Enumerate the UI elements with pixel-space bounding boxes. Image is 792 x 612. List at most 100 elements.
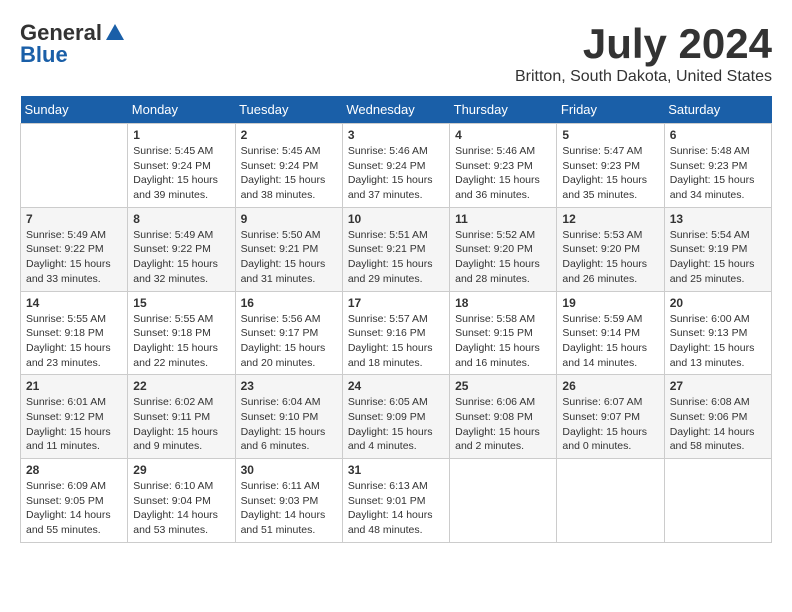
calendar-cell: 8 Sunrise: 5:49 AM Sunset: 9:22 PM Daylig… (128, 207, 235, 291)
day-number: 11 (455, 212, 551, 226)
day-info: Sunrise: 6:13 AM Sunset: 9:01 PM Dayligh… (348, 479, 444, 538)
calendar-week-row: 14 Sunrise: 5:55 AM Sunset: 9:18 PM Dayli… (21, 291, 772, 375)
calendar-cell: 22 Sunrise: 6:02 AM Sunset: 9:11 PM Dayli… (128, 375, 235, 459)
day-number: 24 (348, 379, 444, 393)
calendar-cell: 25 Sunrise: 6:06 AM Sunset: 9:08 PM Dayli… (450, 375, 557, 459)
calendar-cell: 6Sunrise: 5:48 AM Sunset: 9:23 PM Daylig… (664, 124, 771, 208)
day-info: Sunrise: 5:52 AM Sunset: 9:20 PM Dayligh… (455, 228, 551, 287)
day-number: 5 (562, 128, 658, 142)
day-number: 1 (133, 128, 229, 142)
day-number: 7 (26, 212, 122, 226)
calendar-cell: 23 Sunrise: 6:04 AM Sunset: 9:10 PM Dayli… (235, 375, 342, 459)
day-number: 2 (241, 128, 337, 142)
day-number: 27 (670, 379, 766, 393)
day-info: Sunrise: 5:54 AM Sunset: 9:19 PM Dayligh… (670, 228, 766, 287)
day-info: Sunrise: 6:00 AM Sunset: 9:13 PM Dayligh… (670, 312, 766, 371)
calendar-cell: 11 Sunrise: 5:52 AM Sunset: 9:20 PM Dayli… (450, 207, 557, 291)
day-number: 10 (348, 212, 444, 226)
day-number: 14 (26, 296, 122, 310)
day-info: Sunrise: 5:55 AM Sunset: 9:18 PM Dayligh… (26, 312, 122, 371)
calendar-cell: 12 Sunrise: 5:53 AM Sunset: 9:20 PM Dayli… (557, 207, 664, 291)
day-info: Sunrise: 5:59 AM Sunset: 9:14 PM Dayligh… (562, 312, 658, 371)
calendar-cell: 9Sunrise: 5:50 AM Sunset: 9:21 PM Daylig… (235, 207, 342, 291)
day-info: Sunrise: 6:07 AM Sunset: 9:07 PM Dayligh… (562, 395, 658, 454)
calendar-cell: 28 Sunrise: 6:09 AM Sunset: 9:05 PM Dayli… (21, 459, 128, 543)
page-header: General Blue July 2024 Britton, South Da… (20, 20, 772, 86)
day-info: Sunrise: 5:50 AM Sunset: 9:21 PM Dayligh… (241, 228, 337, 287)
calendar-week-row: 21Sunrise: 6:01 AM Sunset: 9:12 PM Dayli… (21, 375, 772, 459)
calendar-day-header: Thursday (450, 96, 557, 124)
calendar-cell: 14 Sunrise: 5:55 AM Sunset: 9:18 PM Dayli… (21, 291, 128, 375)
calendar-day-header: Monday (128, 96, 235, 124)
day-info: Sunrise: 6:10 AM Sunset: 9:04 PM Dayligh… (133, 479, 229, 538)
day-info: Sunrise: 6:05 AM Sunset: 9:09 PM Dayligh… (348, 395, 444, 454)
calendar-cell: 27 Sunrise: 6:08 AM Sunset: 9:06 PM Dayli… (664, 375, 771, 459)
calendar-week-row: 28 Sunrise: 6:09 AM Sunset: 9:05 PM Dayli… (21, 459, 772, 543)
calendar-cell: 10 Sunrise: 5:51 AM Sunset: 9:21 PM Dayli… (342, 207, 449, 291)
calendar-cell: 20 Sunrise: 6:00 AM Sunset: 9:13 PM Dayli… (664, 291, 771, 375)
calendar-cell (557, 459, 664, 543)
calendar-cell: 5 Sunrise: 5:47 AM Sunset: 9:23 PM Daylig… (557, 124, 664, 208)
month-title: July 2024 (515, 20, 772, 68)
logo-icon (104, 22, 126, 44)
day-info: Sunrise: 5:49 AM Sunset: 9:22 PM Dayligh… (26, 228, 122, 287)
day-info: Sunrise: 5:45 AM Sunset: 9:24 PM Dayligh… (133, 144, 229, 203)
day-number: 12 (562, 212, 658, 226)
calendar-day-header: Wednesday (342, 96, 449, 124)
logo-blue: Blue (20, 42, 68, 68)
day-info: Sunrise: 6:08 AM Sunset: 9:06 PM Dayligh… (670, 395, 766, 454)
day-number: 8 (133, 212, 229, 226)
calendar: SundayMondayTuesdayWednesdayThursdayFrid… (20, 96, 772, 543)
calendar-week-row: 1 Sunrise: 5:45 AM Sunset: 9:24 PM Daylig… (21, 124, 772, 208)
day-info: Sunrise: 6:09 AM Sunset: 9:05 PM Dayligh… (26, 479, 122, 538)
calendar-day-header: Sunday (21, 96, 128, 124)
day-info: Sunrise: 5:57 AM Sunset: 9:16 PM Dayligh… (348, 312, 444, 371)
calendar-cell (664, 459, 771, 543)
day-info: Sunrise: 5:56 AM Sunset: 9:17 PM Dayligh… (241, 312, 337, 371)
calendar-cell: 29Sunrise: 6:10 AM Sunset: 9:04 PM Dayli… (128, 459, 235, 543)
calendar-cell: 30Sunrise: 6:11 AM Sunset: 9:03 PM Dayli… (235, 459, 342, 543)
logo: General Blue (20, 20, 126, 68)
calendar-cell: 2 Sunrise: 5:45 AM Sunset: 9:24 PM Daylig… (235, 124, 342, 208)
day-number: 23 (241, 379, 337, 393)
day-info: Sunrise: 5:58 AM Sunset: 9:15 PM Dayligh… (455, 312, 551, 371)
calendar-week-row: 7 Sunrise: 5:49 AM Sunset: 9:22 PM Daylig… (21, 207, 772, 291)
day-info: Sunrise: 5:51 AM Sunset: 9:21 PM Dayligh… (348, 228, 444, 287)
day-number: 15 (133, 296, 229, 310)
calendar-cell: 15Sunrise: 5:55 AM Sunset: 9:18 PM Dayli… (128, 291, 235, 375)
day-number: 31 (348, 463, 444, 477)
calendar-day-header: Tuesday (235, 96, 342, 124)
day-info: Sunrise: 5:47 AM Sunset: 9:23 PM Dayligh… (562, 144, 658, 203)
location: Britton, South Dakota, United States (515, 68, 772, 86)
calendar-cell: 26Sunrise: 6:07 AM Sunset: 9:07 PM Dayli… (557, 375, 664, 459)
day-number: 28 (26, 463, 122, 477)
day-info: Sunrise: 5:53 AM Sunset: 9:20 PM Dayligh… (562, 228, 658, 287)
day-info: Sunrise: 5:45 AM Sunset: 9:24 PM Dayligh… (241, 144, 337, 203)
day-info: Sunrise: 5:49 AM Sunset: 9:22 PM Dayligh… (133, 228, 229, 287)
day-info: Sunrise: 6:06 AM Sunset: 9:08 PM Dayligh… (455, 395, 551, 454)
day-number: 16 (241, 296, 337, 310)
day-number: 22 (133, 379, 229, 393)
day-info: Sunrise: 6:04 AM Sunset: 9:10 PM Dayligh… (241, 395, 337, 454)
day-number: 19 (562, 296, 658, 310)
day-info: Sunrise: 5:46 AM Sunset: 9:23 PM Dayligh… (455, 144, 551, 203)
day-info: Sunrise: 5:46 AM Sunset: 9:24 PM Dayligh… (348, 144, 444, 203)
day-number: 4 (455, 128, 551, 142)
calendar-cell (21, 124, 128, 208)
calendar-day-header: Saturday (664, 96, 771, 124)
day-number: 20 (670, 296, 766, 310)
title-section: July 2024 Britton, South Dakota, United … (515, 20, 772, 86)
day-number: 6 (670, 128, 766, 142)
calendar-cell: 4 Sunrise: 5:46 AM Sunset: 9:23 PM Daylig… (450, 124, 557, 208)
day-info: Sunrise: 6:02 AM Sunset: 9:11 PM Dayligh… (133, 395, 229, 454)
day-number: 25 (455, 379, 551, 393)
calendar-cell: 21Sunrise: 6:01 AM Sunset: 9:12 PM Dayli… (21, 375, 128, 459)
day-number: 17 (348, 296, 444, 310)
calendar-cell: 31 Sunrise: 6:13 AM Sunset: 9:01 PM Dayli… (342, 459, 449, 543)
calendar-cell (450, 459, 557, 543)
calendar-cell: 19 Sunrise: 5:59 AM Sunset: 9:14 PM Dayli… (557, 291, 664, 375)
calendar-cell: 1 Sunrise: 5:45 AM Sunset: 9:24 PM Daylig… (128, 124, 235, 208)
calendar-cell: 13Sunrise: 5:54 AM Sunset: 9:19 PM Dayli… (664, 207, 771, 291)
day-number: 30 (241, 463, 337, 477)
calendar-cell: 3Sunrise: 5:46 AM Sunset: 9:24 PM Daylig… (342, 124, 449, 208)
